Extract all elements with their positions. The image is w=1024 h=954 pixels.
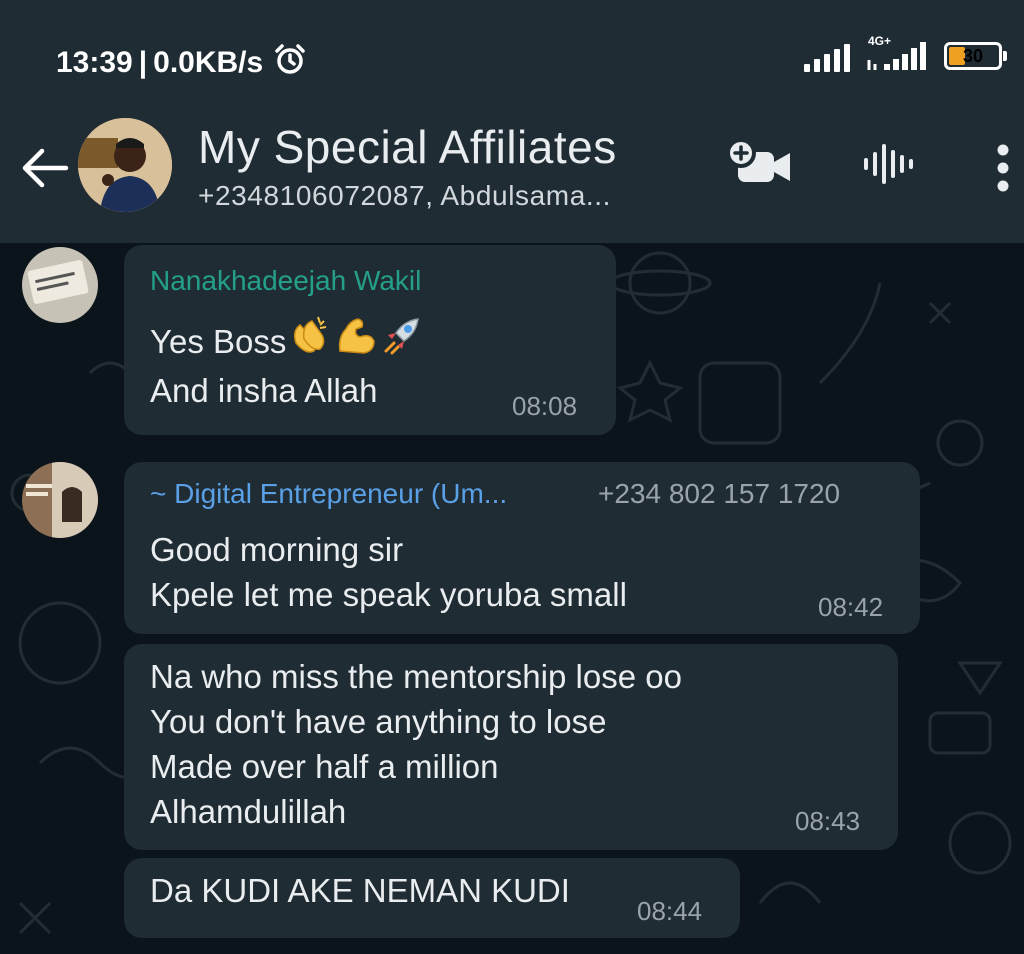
message-text: Da KUDI AKE NEMAN KUDI (150, 872, 570, 909)
message-text-line: And insha Allah (150, 372, 378, 409)
status-network-speed: 0.0KB/s (153, 46, 264, 79)
rocket-icon (380, 313, 424, 368)
voice-call-button[interactable] (860, 138, 916, 190)
status-bar-left: 13:39 | 0.0KB/s (56, 42, 307, 84)
message-text: Na who miss the mentorship lose oo You d… (150, 658, 682, 830)
flexed-biceps-icon (334, 313, 378, 368)
message-bubble[interactable]: Nanakhadeejah Wakil Yes Boss And insha Al… (124, 245, 616, 435)
message-text: Good morning sir Kpele let me speak yoru… (150, 531, 627, 613)
message-bubble[interactable]: Da KUDI AKE NEMAN KUDI 08:44 (124, 858, 740, 938)
message-text: Yes Boss And insha Allah (150, 313, 424, 413)
status-bar-right: 4G+ 30 (804, 34, 1007, 72)
chat-participants[interactable]: +2348106072087, Abdulsama... (198, 180, 611, 212)
back-button[interactable] (20, 140, 70, 196)
app-header: 13:39 | 0.0KB/s 4G+ 30 My Special Affili… (0, 0, 1024, 243)
chat-title[interactable]: My Special Affiliates (198, 120, 617, 174)
status-separator: | (138, 46, 148, 79)
battery-icon: 30 (944, 42, 1007, 70)
back-arrow-icon (22, 148, 69, 188)
more-options-button[interactable] (988, 138, 1018, 198)
sender-avatar[interactable] (22, 462, 98, 538)
alarm-clock-icon (273, 42, 307, 84)
message-time: 08:43 (795, 806, 861, 836)
message-bubble[interactable]: Na who miss the mentorship lose oo You d… (124, 644, 898, 850)
sender-name[interactable]: ~ Digital Entrepreneur (Um... (150, 478, 507, 510)
video-call-icon (726, 138, 790, 182)
group-avatar[interactable] (78, 118, 172, 212)
message-time: 08:08 (512, 391, 578, 421)
chat-area[interactable]: Nanakhadeejah Wakil Yes Boss And insha Al… (0, 243, 1024, 954)
signal-strength-icon (804, 40, 850, 72)
sender-phone[interactable]: +234 802 157 1720 (598, 478, 840, 510)
clapping-hands-icon (288, 313, 332, 368)
sender-name[interactable]: Nanakhadeejah Wakil (150, 265, 421, 297)
battery-level: 30 (962, 45, 984, 66)
status-time: 13:39 (56, 46, 133, 79)
video-call-button[interactable] (724, 138, 794, 190)
network-type-label: 4G+ (868, 34, 892, 48)
message-text-line: Yes Boss (150, 323, 287, 360)
mobile-data-signal-icon: 4G+ (866, 34, 928, 72)
sender-avatar[interactable] (22, 247, 98, 323)
message-time: 08:44 (637, 896, 703, 926)
message-bubble[interactable]: ~ Digital Entrepreneur (Um... +234 802 1… (124, 462, 920, 634)
message-time: 08:42 (818, 592, 884, 622)
more-vertical-icon (997, 144, 1009, 192)
audio-waveform-icon (864, 144, 913, 184)
